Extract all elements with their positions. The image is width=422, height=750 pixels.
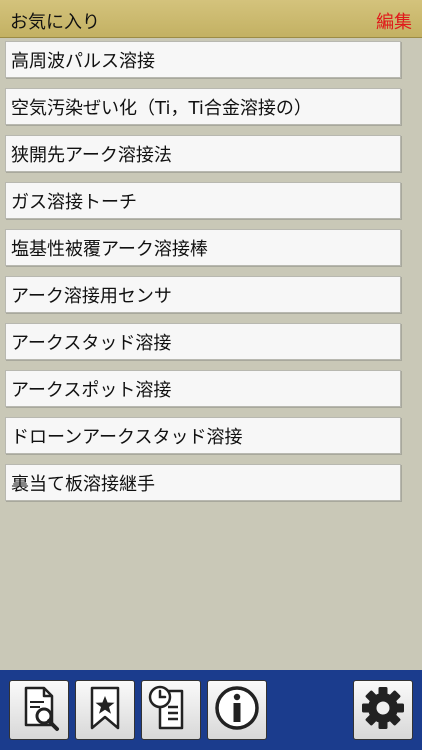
list-item[interactable]: アークスポット溶接: [5, 370, 401, 407]
page-title: お気に入り: [10, 12, 100, 33]
document-search-icon: [14, 683, 64, 737]
list-item[interactable]: 塩基性被覆アーク溶接棒: [5, 229, 401, 266]
list-item[interactable]: ドローンアークスタッド溶接: [5, 417, 401, 454]
gear-icon: [358, 683, 408, 737]
list-item[interactable]: 裏当て板溶接継手: [5, 464, 401, 501]
info-icon: [212, 683, 262, 737]
history-button[interactable]: [141, 680, 201, 740]
list-item[interactable]: アークスタッド溶接: [5, 323, 401, 360]
favorites-list: 高周波パルス溶接 空気汚染ぜい化（Ti，Ti合金溶接の） 狭開先アーク溶接法 ガ…: [5, 41, 401, 511]
list-item[interactable]: ガス溶接トーチ: [5, 182, 401, 219]
list-item[interactable]: 狭開先アーク溶接法: [5, 135, 401, 172]
list-item[interactable]: 高周波パルス溶接: [5, 41, 401, 78]
settings-button[interactable]: [353, 680, 413, 740]
bookmark-button[interactable]: [75, 680, 135, 740]
search-button[interactable]: [9, 680, 69, 740]
edit-button[interactable]: 編集: [376, 8, 412, 34]
history-icon: [146, 683, 196, 737]
list-item[interactable]: アーク溶接用センサ: [5, 276, 401, 313]
header-bar: お気に入り 編集: [0, 0, 422, 38]
bookmark-star-icon: [80, 683, 130, 737]
list-item[interactable]: 空気汚染ぜい化（Ti，Ti合金溶接の）: [5, 88, 401, 125]
bottom-toolbar: [0, 670, 422, 750]
info-button[interactable]: [207, 680, 267, 740]
